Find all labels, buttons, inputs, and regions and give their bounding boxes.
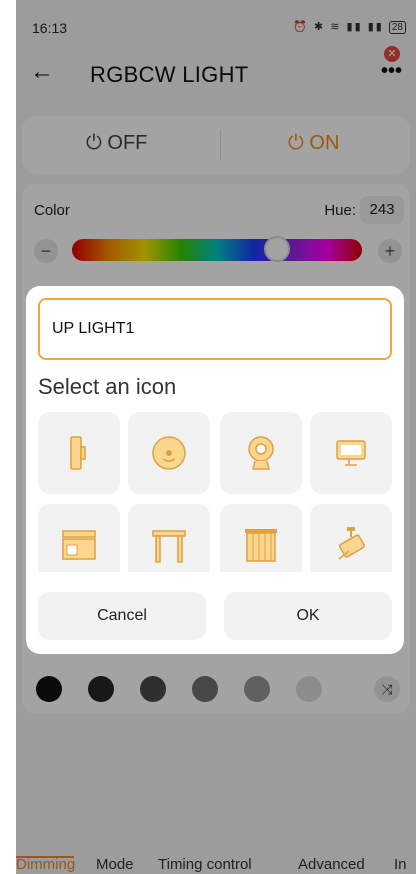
icon-option-ceiling-light[interactable] xyxy=(128,412,210,494)
cancel-button[interactable]: Cancel xyxy=(38,592,206,640)
ok-button[interactable]: OK xyxy=(224,592,392,640)
icon-option-spotlight[interactable] xyxy=(310,504,392,572)
dialog-heading: Select an icon xyxy=(38,374,177,399)
monitor-icon xyxy=(336,440,366,466)
icon-option-table[interactable] xyxy=(128,504,210,572)
icon-option-wall-light[interactable] xyxy=(38,412,120,494)
icon-select-dialog: Select an icon xyxy=(26,286,404,654)
cabinet-icon xyxy=(62,530,96,560)
curtain-icon xyxy=(245,529,277,562)
icon-option-monitor[interactable] xyxy=(310,412,392,494)
wall-light-icon xyxy=(70,436,86,470)
table-icon xyxy=(152,530,186,563)
webcam-icon xyxy=(248,436,274,470)
device-name-input[interactable] xyxy=(38,298,392,360)
icon-option-curtain[interactable] xyxy=(220,504,302,572)
spotlight-icon xyxy=(338,527,366,560)
ceiling-light-icon xyxy=(152,436,186,470)
icon-grid xyxy=(38,412,392,572)
icon-option-cabinet[interactable] xyxy=(38,504,120,572)
icon-option-webcam[interactable] xyxy=(220,412,302,494)
